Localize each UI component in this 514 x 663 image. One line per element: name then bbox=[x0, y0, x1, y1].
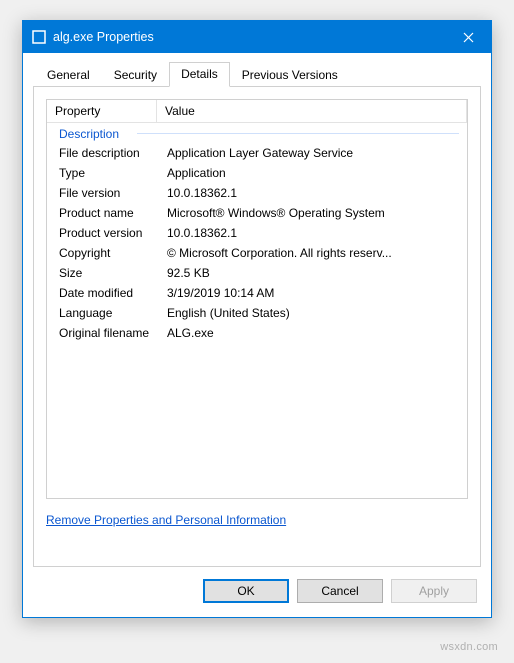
dialog-buttons: OK Cancel Apply bbox=[33, 567, 481, 605]
row-type[interactable]: Type Application bbox=[47, 163, 467, 183]
prop-label: Size bbox=[59, 264, 167, 282]
tab-previous-versions[interactable]: Previous Versions bbox=[230, 63, 350, 87]
prop-label: Product version bbox=[59, 224, 167, 242]
column-property[interactable]: Property bbox=[47, 100, 157, 122]
row-original-filename[interactable]: Original filename ALG.exe bbox=[47, 323, 467, 343]
apply-button[interactable]: Apply bbox=[391, 579, 477, 603]
prop-label: File description bbox=[59, 144, 167, 162]
prop-value: English (United States) bbox=[167, 304, 467, 322]
row-product-name[interactable]: Product name Microsoft® Windows® Operati… bbox=[47, 203, 467, 223]
watermark: wsxdn.com bbox=[440, 641, 498, 653]
prop-value: 3/19/2019 10:14 AM bbox=[167, 284, 467, 302]
tab-security[interactable]: Security bbox=[102, 63, 169, 87]
prop-value: Application Layer Gateway Service bbox=[167, 144, 467, 162]
ok-button[interactable]: OK bbox=[203, 579, 289, 603]
properties-window: alg.exe Properties General Security Deta… bbox=[22, 20, 492, 618]
prop-label: Date modified bbox=[59, 284, 167, 302]
close-button[interactable] bbox=[445, 21, 491, 53]
close-icon bbox=[463, 32, 474, 43]
prop-label: Original filename bbox=[59, 324, 167, 342]
titlebar: alg.exe Properties bbox=[23, 21, 491, 53]
column-value[interactable]: Value bbox=[157, 100, 467, 122]
row-size[interactable]: Size 92.5 KB bbox=[47, 263, 467, 283]
prop-value: © Microsoft Corporation. All rights rese… bbox=[167, 244, 467, 262]
row-copyright[interactable]: Copyright © Microsoft Corporation. All r… bbox=[47, 243, 467, 263]
tab-body-details: Property Value Description File descript… bbox=[33, 87, 481, 567]
prop-label: Product name bbox=[59, 204, 167, 222]
prop-value: Application bbox=[167, 164, 467, 182]
tab-details[interactable]: Details bbox=[169, 62, 230, 87]
prop-value: ALG.exe bbox=[167, 324, 467, 342]
row-file-description[interactable]: File description Application Layer Gatew… bbox=[47, 143, 467, 163]
client-area: General Security Details Previous Versio… bbox=[23, 53, 491, 617]
window-title: alg.exe Properties bbox=[53, 30, 445, 44]
prop-label: Type bbox=[59, 164, 167, 182]
details-listview[interactable]: Property Value Description File descript… bbox=[46, 99, 468, 499]
prop-value: Microsoft® Windows® Operating System bbox=[167, 204, 467, 222]
prop-value: 10.0.18362.1 bbox=[167, 184, 467, 202]
tab-strip: General Security Details Previous Versio… bbox=[33, 61, 481, 87]
prop-value: 92.5 KB bbox=[167, 264, 467, 282]
listview-header: Property Value bbox=[47, 100, 467, 123]
prop-label: Copyright bbox=[59, 244, 167, 262]
listview-body: Description File description Application… bbox=[47, 123, 467, 347]
row-file-version[interactable]: File version 10.0.18362.1 bbox=[47, 183, 467, 203]
app-icon bbox=[31, 29, 47, 45]
prop-value: 10.0.18362.1 bbox=[167, 224, 467, 242]
remove-properties-link[interactable]: Remove Properties and Personal Informati… bbox=[46, 513, 286, 527]
row-language[interactable]: Language English (United States) bbox=[47, 303, 467, 323]
prop-label: File version bbox=[59, 184, 167, 202]
group-description[interactable]: Description bbox=[47, 123, 467, 143]
cancel-button[interactable]: Cancel bbox=[297, 579, 383, 603]
row-date-modified[interactable]: Date modified 3/19/2019 10:14 AM bbox=[47, 283, 467, 303]
tab-general[interactable]: General bbox=[35, 63, 102, 87]
prop-label: Language bbox=[59, 304, 167, 322]
row-product-version[interactable]: Product version 10.0.18362.1 bbox=[47, 223, 467, 243]
